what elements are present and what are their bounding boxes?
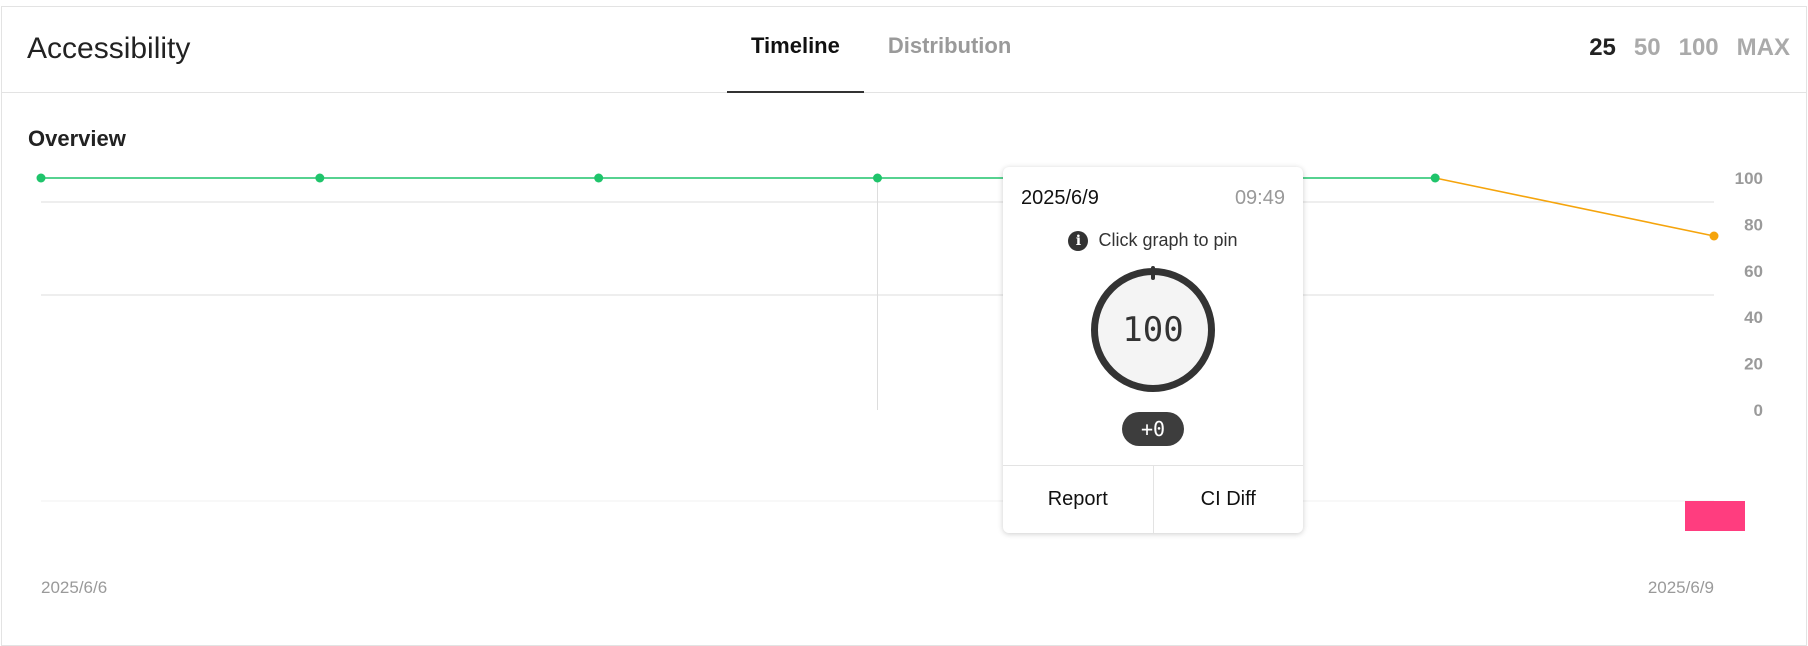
y-tick-label: 60 [1744, 262, 1763, 281]
y-tick-label: 20 [1744, 355, 1763, 374]
x-start-date-label: 2025/6/6 [41, 578, 107, 597]
gauge-score: 100 [1122, 310, 1184, 350]
info-icon: i [1068, 230, 1089, 251]
tooltip-hint-text: Click graph to pin [1098, 230, 1238, 250]
tooltip-hint: i Click graph to pin [1003, 230, 1303, 251]
gauge-marker [1151, 266, 1155, 280]
tooltip-date: 2025/6/9 [1021, 187, 1099, 209]
score-gauge: 100 [1091, 268, 1215, 392]
series-segment [1435, 177, 1715, 237]
report-button[interactable]: Report [1003, 466, 1153, 533]
x-end-date-label: 2025/6/9 [1648, 578, 1714, 597]
ci-diff-button[interactable]: CI Diff [1152, 466, 1304, 533]
tooltip-actions: Report CI Diff [1003, 465, 1303, 533]
data-point[interactable] [1430, 173, 1440, 183]
delta-badge: +0 [1122, 412, 1184, 446]
fail-marker [1685, 501, 1745, 531]
data-point[interactable] [36, 173, 46, 183]
data-point[interactable] [1709, 231, 1719, 241]
y-tick-label: 40 [1744, 308, 1763, 327]
y-tick-label: 100 [1735, 169, 1763, 188]
data-point[interactable] [594, 173, 604, 183]
data-point[interactable] [873, 173, 882, 183]
y-tick-label: 80 [1744, 215, 1763, 234]
timeline-chart[interactable]: 100 80 60 40 20 0 2025/6/6 2025/6/9 [0, 0, 1808, 623]
data-point[interactable] [315, 173, 325, 183]
score-tooltip: 2025/6/9 09:49 i Click graph to pin 100 … [1003, 167, 1303, 533]
tooltip-time: 09:49 [1234, 187, 1285, 209]
y-tick-label: 0 [1754, 401, 1763, 420]
